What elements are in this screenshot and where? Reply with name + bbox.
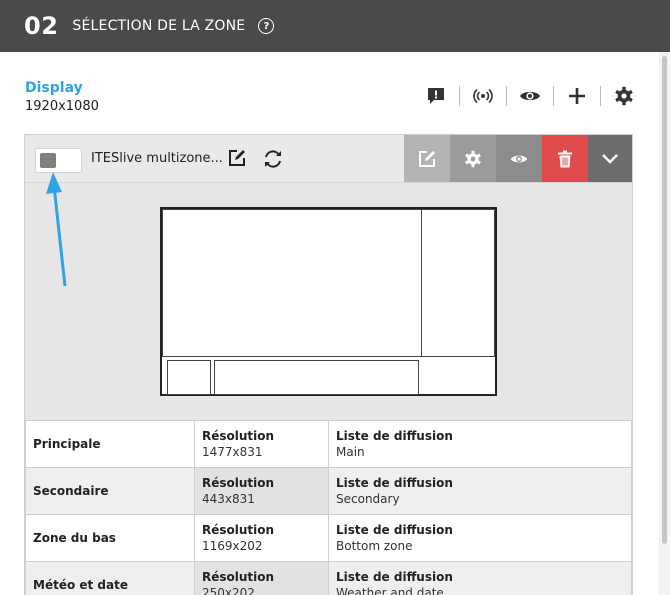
gear-icon[interactable]	[612, 84, 636, 108]
zones-table: Principale Résolution 1477x831 Liste de d…	[25, 420, 632, 595]
resolution-value: 1169x202	[202, 539, 263, 553]
playlist-label: Liste de diffusion	[336, 429, 453, 443]
playlist-label: Liste de diffusion	[336, 570, 453, 584]
playlist-cell: Liste de diffusion Weather and date	[328, 561, 632, 595]
display-toolbar	[424, 84, 636, 108]
broadcast-icon[interactable]	[471, 84, 495, 108]
scrollbar-thumb[interactable]	[662, 56, 667, 544]
table-row[interactable]: Principale Résolution 1477x831 Liste de d…	[25, 420, 632, 468]
gear-icon	[465, 150, 481, 167]
sync-icon[interactable]	[261, 147, 285, 171]
zone-principale[interactable]	[162, 209, 422, 357]
playlist-cell: Liste de diffusion Main	[328, 420, 632, 468]
toolbar-divider	[459, 86, 460, 106]
toolbar-divider	[600, 86, 601, 106]
step-number: 02	[24, 12, 59, 40]
zone-name-cell: Zone du bas	[25, 514, 195, 562]
resolution-label: Résolution	[202, 570, 275, 584]
playlist-value: Main	[336, 445, 365, 459]
zone-secondaire[interactable]	[421, 209, 495, 357]
resolution-cell: Résolution 1169x202	[194, 514, 329, 562]
preview-zone-button[interactable]	[496, 135, 542, 182]
annotation-arrow	[46, 172, 67, 287]
table-row[interactable]: Secondaire Résolution 443x831 Liste de di…	[25, 467, 632, 515]
zone-layout-preview[interactable]	[160, 207, 497, 396]
resolution-cell: Résolution 250x202	[194, 561, 329, 595]
zone-bas[interactable]	[214, 360, 419, 395]
eye-icon	[510, 155, 528, 162]
help-icon[interactable]: ?	[258, 18, 275, 34]
eye-icon[interactable]	[518, 84, 542, 108]
resolution-value: 250x202	[202, 586, 255, 595]
edit-icon	[419, 150, 435, 167]
delete-zone-button[interactable]	[542, 135, 588, 182]
playlist-value: Weather and date	[336, 586, 444, 595]
rename-icon[interactable]	[226, 147, 248, 169]
resolution-label: Résolution	[202, 523, 275, 537]
resolution-value: 1477x831	[202, 445, 263, 459]
plus-icon[interactable]	[565, 84, 589, 108]
trash-icon	[558, 150, 572, 167]
zone-name-cell: Secondaire	[25, 467, 195, 515]
resolution-cell: Résolution 1477x831	[194, 420, 329, 468]
zone-settings-button[interactable]	[450, 135, 496, 182]
playlist-value: Secondary	[336, 492, 400, 506]
step-header: 02 SÉLECTION DE LA ZONE ?	[0, 0, 670, 52]
resolution-label: Résolution	[202, 476, 275, 490]
playlist-label: Liste de diffusion	[336, 523, 453, 537]
display-resolution: 1920x1080	[25, 99, 99, 114]
zone-meteo-date[interactable]	[167, 360, 211, 395]
zone-name-cell: Principale	[25, 420, 195, 468]
toggle-knob[interactable]	[40, 153, 56, 168]
resolution-cell: Résolution 443x831	[194, 467, 329, 515]
toolbar-divider	[506, 86, 507, 106]
edit-zone-button[interactable]	[404, 135, 450, 182]
playlist-cell: Liste de diffusion Bottom zone	[328, 514, 632, 562]
playlist-value: Bottom zone	[336, 539, 413, 553]
table-row[interactable]: Météo et date Résolution 250x202 Liste de…	[25, 561, 632, 595]
resolution-value: 443x831	[202, 492, 255, 506]
template-name: ITESlive multizone...	[91, 151, 223, 166]
card-header: ITESlive multizone...	[25, 135, 632, 183]
alert-icon[interactable]	[424, 84, 448, 108]
resolution-label: Résolution	[202, 429, 275, 443]
display-name[interactable]: Display	[25, 80, 83, 96]
toolbar-divider	[553, 86, 554, 106]
step-title: SÉLECTION DE LA ZONE	[72, 18, 246, 34]
playlist-label: Liste de diffusion	[336, 476, 453, 490]
table-row[interactable]: Zone du bas Résolution 1169x202 Liste de …	[25, 514, 632, 562]
playlist-cell: Liste de diffusion Secondary	[328, 467, 632, 515]
chevron-down-icon	[602, 153, 618, 164]
zone-name-cell: Météo et date	[25, 561, 195, 595]
expand-zone-button[interactable]	[588, 135, 632, 182]
